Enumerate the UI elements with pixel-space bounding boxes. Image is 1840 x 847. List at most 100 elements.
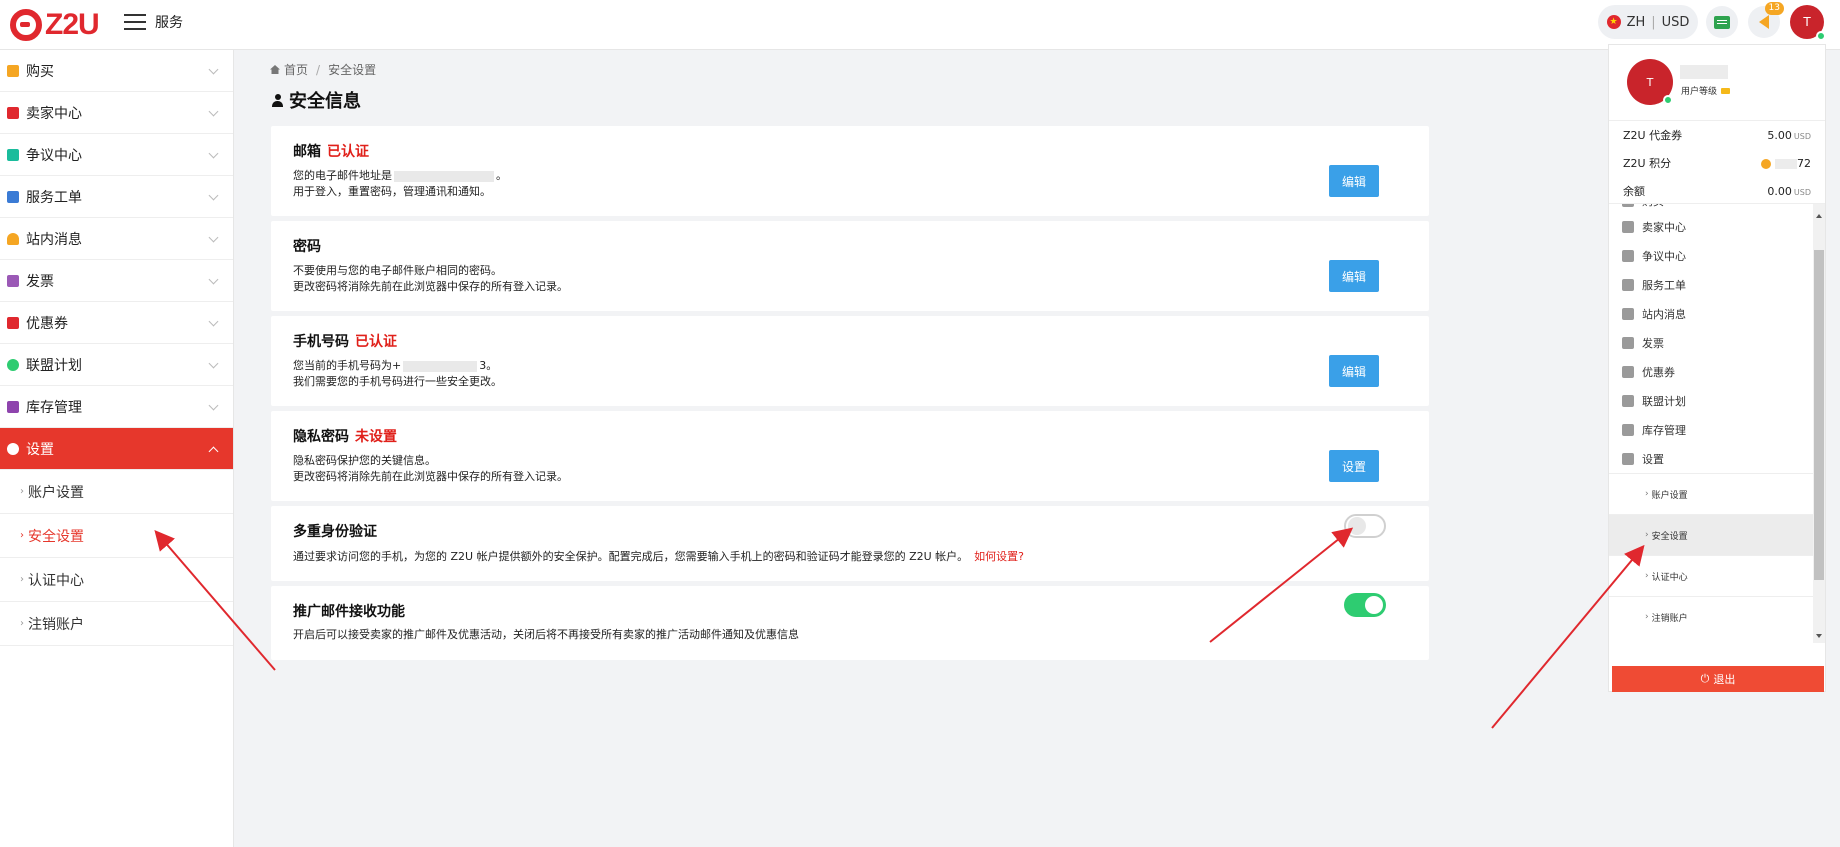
chevron-right-icon: › bbox=[1645, 612, 1649, 622]
dropdown-item-service-tickets[interactable]: 服务工单 bbox=[1609, 270, 1825, 299]
sidebar-item-buy[interactable]: 购买 bbox=[0, 50, 233, 92]
notification-button[interactable]: 13 bbox=[1748, 2, 1784, 38]
user-level: 用户等级 bbox=[1681, 84, 1731, 97]
dropdown-subitem-verification-center[interactable]: › 认证中心 bbox=[1609, 555, 1825, 596]
sidebar-item-label: 站内消息 bbox=[26, 231, 82, 248]
dropdown-subitem-security-settings[interactable]: › 安全设置 bbox=[1609, 514, 1825, 555]
logout-icon: ⏻ bbox=[1700, 672, 1710, 685]
points-value: 72 bbox=[1761, 157, 1811, 170]
dropdown-subitem-close-account[interactable]: › 注销账户 bbox=[1609, 596, 1825, 637]
dropdown-item-buy[interactable]: 购买 bbox=[1609, 204, 1825, 212]
password-card: 密码 不要使用与您的电子邮件账户相同的密码。 更改密码将消除先前在此浏览器中保存… bbox=[271, 221, 1429, 311]
sidebar-subitem-label: 安全设置 bbox=[28, 528, 84, 545]
email-status: 已认证 bbox=[327, 144, 369, 160]
mfa-toggle[interactable] bbox=[1344, 514, 1386, 538]
sidebar-item-inventory[interactable]: 库存管理 bbox=[0, 386, 233, 428]
voucher-row: Z2U 代金券 5.00 USD bbox=[1609, 121, 1825, 149]
chevron-right-icon: › bbox=[20, 618, 24, 629]
dropdown-item-label: 站内消息 bbox=[1642, 307, 1686, 321]
sidebar-subitem-security-settings[interactable]: › 安全设置 bbox=[0, 514, 233, 558]
dropdown-scrollbar[interactable] bbox=[1813, 204, 1825, 643]
sidebar-subitem-label: 认证中心 bbox=[28, 572, 84, 589]
language-currency-selector[interactable]: ★ ZH | USD bbox=[1598, 5, 1698, 39]
sidebar-item-seller-center[interactable]: 卖家中心 bbox=[0, 92, 233, 134]
user-level-label: 用户等级 bbox=[1681, 87, 1718, 97]
privacy-note-2: 更改密码将消除先前在此浏览器中保存的所有登入记录。 bbox=[293, 470, 568, 483]
dropdown-item-invoice[interactable]: 发票 bbox=[1609, 328, 1825, 357]
sidebar-item-service-tickets[interactable]: 服务工单 bbox=[0, 176, 233, 218]
dropdown-subitem-account-settings[interactable]: › 账户设置 bbox=[1609, 473, 1825, 514]
mfa-card: 多重身份验证 通过要求访问您的手机，为您的 Z2U 帐户提供额外的安全保护。配置… bbox=[271, 506, 1429, 581]
email-usage-note: 用于登入，重置密码，管理通讯和通知。 bbox=[293, 185, 491, 198]
lang-separator: | bbox=[1651, 14, 1656, 30]
mfa-description-text: 通过要求访问您的手机，为您的 Z2U 帐户提供额外的安全保护。配置完成后，您需要… bbox=[293, 550, 969, 563]
affiliate-icon bbox=[7, 358, 19, 371]
edit-password-button[interactable]: 编辑 bbox=[1329, 260, 1379, 292]
breadcrumb-home-link[interactable]: 首页 bbox=[284, 61, 308, 78]
dropdown-item-coupons[interactable]: 优惠券 bbox=[1609, 357, 1825, 386]
online-status-dot bbox=[1816, 31, 1826, 41]
password-card-title: 密码 bbox=[293, 239, 321, 255]
coin-icon bbox=[1761, 158, 1771, 169]
masked-phone bbox=[403, 360, 478, 372]
cart-icon bbox=[7, 64, 19, 77]
privacy-title-text: 隐私密码 bbox=[293, 429, 349, 445]
gavel-icon bbox=[7, 148, 19, 161]
points-row: Z2U 积分 72 bbox=[1609, 149, 1825, 177]
dropdown-item-dispute-center[interactable]: 争议中心 bbox=[1609, 241, 1825, 270]
dropdown-subitem-label: 注销账户 bbox=[1651, 613, 1688, 624]
dropdown-item-label: 服务工单 bbox=[1642, 278, 1686, 292]
edit-phone-button[interactable]: 编辑 bbox=[1329, 355, 1379, 387]
email-description: 您的电子邮件地址是 。 bbox=[293, 167, 507, 183]
coupon-icon bbox=[1622, 365, 1634, 378]
chat-button[interactable] bbox=[1706, 6, 1738, 38]
sidebar-item-invoice[interactable]: 发票 bbox=[0, 260, 233, 302]
promo-email-toggle[interactable] bbox=[1344, 593, 1386, 617]
user-avatar[interactable]: T bbox=[1790, 5, 1826, 41]
dropdown-item-label: 争议中心 bbox=[1642, 249, 1686, 263]
chevron-down-icon bbox=[208, 400, 219, 411]
scroll-up-icon[interactable] bbox=[1816, 214, 1822, 218]
sidebar-item-affiliate[interactable]: 联盟计划 bbox=[0, 344, 233, 386]
chevron-down-icon bbox=[208, 64, 219, 75]
dropdown-item-messages[interactable]: 站内消息 bbox=[1609, 299, 1825, 328]
mfa-how-to-link[interactable]: 如何设置? bbox=[974, 550, 1024, 563]
ticket-icon bbox=[1622, 278, 1634, 291]
chevron-down-icon bbox=[208, 316, 219, 327]
avatar-initial: T bbox=[1803, 15, 1811, 29]
coupon-icon bbox=[7, 316, 19, 329]
sidebar-subitem-label: 注销账户 bbox=[28, 616, 84, 633]
sidebar-item-messages[interactable]: 站内消息 bbox=[0, 218, 233, 260]
top-bar: Z2U 服务 ★ ZH | USD 13 T bbox=[0, 0, 1840, 50]
password-note-2: 更改密码将消除先前在此浏览器中保存的所有登入记录。 bbox=[293, 280, 568, 293]
scroll-down-icon[interactable] bbox=[1816, 634, 1822, 638]
dropdown-item-affiliate[interactable]: 联盟计划 bbox=[1609, 386, 1825, 415]
sidebar-item-coupons[interactable]: 优惠券 bbox=[0, 302, 233, 344]
sidebar-subitem-verification-center[interactable]: › 认证中心 bbox=[0, 558, 233, 602]
affiliate-icon bbox=[1622, 394, 1634, 407]
dropdown-item-settings[interactable]: 设置 bbox=[1609, 444, 1825, 473]
z2u-logo[interactable]: Z2U bbox=[10, 8, 100, 42]
sidebar: 购买 卖家中心 争议中心 服务工单 站内消息 发票 优惠券 联盟计划 库存管理 bbox=[0, 50, 234, 847]
phone-line1-suffix: 3。 bbox=[479, 359, 498, 372]
page-title-text: 安全信息 bbox=[289, 91, 361, 112]
scrollbar-thumb[interactable] bbox=[1814, 250, 1824, 580]
logout-button[interactable]: ⏻ 退出 bbox=[1612, 666, 1824, 692]
promo-email-card: 推广邮件接收功能 开启后可以接受卖家的推广邮件及优惠活动，关闭后将不再接受所有卖… bbox=[271, 586, 1429, 660]
edit-email-button[interactable]: 编辑 bbox=[1329, 165, 1379, 197]
sidebar-subitem-account-settings[interactable]: › 账户设置 bbox=[0, 470, 233, 514]
dropdown-subitem-label: 账户设置 bbox=[1651, 490, 1688, 501]
user-icon bbox=[272, 93, 283, 107]
gear-icon bbox=[1622, 452, 1634, 465]
dropdown-item-inventory[interactable]: 库存管理 bbox=[1609, 415, 1825, 444]
phone-description: 您当前的手机号码为+ 3。 bbox=[293, 357, 497, 373]
sidebar-item-dispute-center[interactable]: 争议中心 bbox=[0, 134, 233, 176]
page-title: 安全信息 bbox=[272, 87, 361, 113]
promo-card-title: 推广邮件接收功能 bbox=[293, 604, 405, 620]
sidebar-subitem-close-account[interactable]: › 注销账户 bbox=[0, 602, 233, 646]
set-privacy-password-button[interactable]: 设置 bbox=[1329, 450, 1379, 482]
services-menu-button[interactable]: 服务 bbox=[124, 12, 183, 32]
dropdown-item-seller-center[interactable]: 卖家中心 bbox=[1609, 212, 1825, 241]
sidebar-item-settings[interactable]: 设置 bbox=[0, 428, 233, 470]
notification-count-badge: 13 bbox=[1764, 2, 1784, 15]
